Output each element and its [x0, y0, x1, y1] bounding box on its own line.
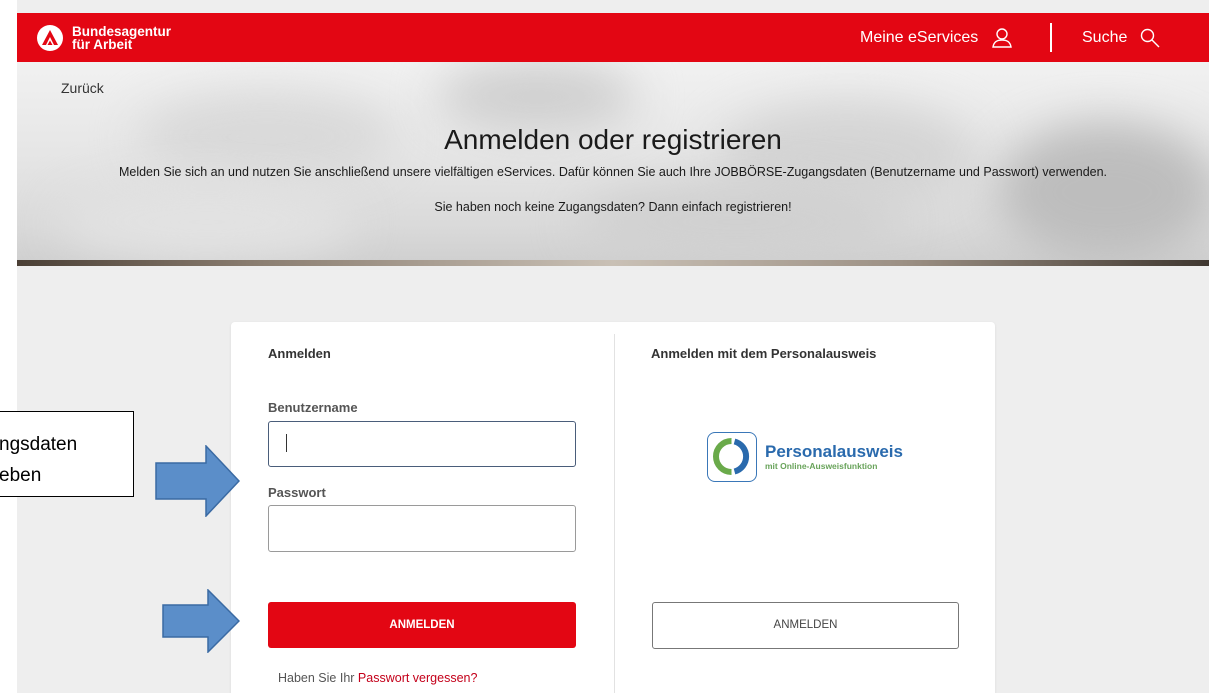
nav-eservices-label: Meine eServices: [860, 28, 979, 46]
nav-suche-label: Suche: [1082, 28, 1128, 46]
personalausweis-logo-subtitle: mit Online-Ausweisfunktion: [765, 461, 878, 471]
hero-description: Melden Sie sich an und nutzen Sie anschl…: [118, 165, 1108, 179]
id-login-title: Anmelden mit dem Personalausweis: [651, 346, 877, 361]
forgot-password-text: Haben Sie Ihr Passwort vergessen?: [278, 671, 477, 685]
ba-logo-icon: [37, 25, 63, 51]
login-button[interactable]: ANMELDEN: [268, 602, 576, 648]
card-divider: [614, 334, 615, 693]
forgot-prefix: Haben Sie Ihr: [278, 671, 355, 685]
brand-line-2: für Arbeit: [72, 37, 133, 52]
forgot-password-link[interactable]: Passwort vergessen?: [358, 671, 478, 685]
brand-logo[interactable]: Bundesagentur für Arbeit: [37, 24, 171, 52]
personalausweis-logo: Personalausweis mit Online-Ausweisfunkti…: [707, 432, 903, 482]
id-login-button[interactable]: ANMELDEN: [652, 602, 959, 649]
password-label: Passwort: [268, 485, 326, 500]
back-link[interactable]: Zurück: [61, 80, 104, 96]
user-icon: [992, 27, 1013, 48]
nav-suche[interactable]: Suche: [1082, 13, 1161, 62]
login-title: Anmelden: [268, 346, 331, 361]
nav-meine-eservices[interactable]: Meine eServices: [860, 13, 1013, 62]
personalausweis-logo-title: Personalausweis: [765, 442, 903, 461]
username-label: Benutzername: [268, 400, 358, 415]
hero-register-hint: Sie haben noch keine Zugangsdaten? Dann …: [434, 200, 792, 214]
password-input[interactable]: [268, 505, 576, 552]
annotation-line-1: ngsdaten: [0, 434, 78, 455]
login-card: Anmelden Benutzername Passwort ANMELDEN …: [231, 322, 995, 693]
search-icon: [1141, 28, 1160, 47]
arrow-right-icon: [155, 445, 240, 517]
hero-banner: [17, 62, 1209, 265]
annotation-callout: ngsdaten eben: [0, 411, 134, 497]
nav-divider: [1050, 23, 1052, 52]
hero-divider: [17, 260, 1209, 266]
text-caret: [286, 434, 287, 452]
top-header: Bundesagentur für Arbeit Meine eServices…: [17, 13, 1209, 62]
username-input[interactable]: [268, 421, 576, 467]
annotation-line-2: eben: [0, 465, 42, 486]
arrow-right-icon: [162, 589, 240, 653]
page-title: Anmelden oder registrieren: [444, 124, 782, 155]
personalausweis-logo-icon: [707, 432, 757, 482]
brand-name: Bundesagentur für Arbeit: [72, 25, 171, 52]
